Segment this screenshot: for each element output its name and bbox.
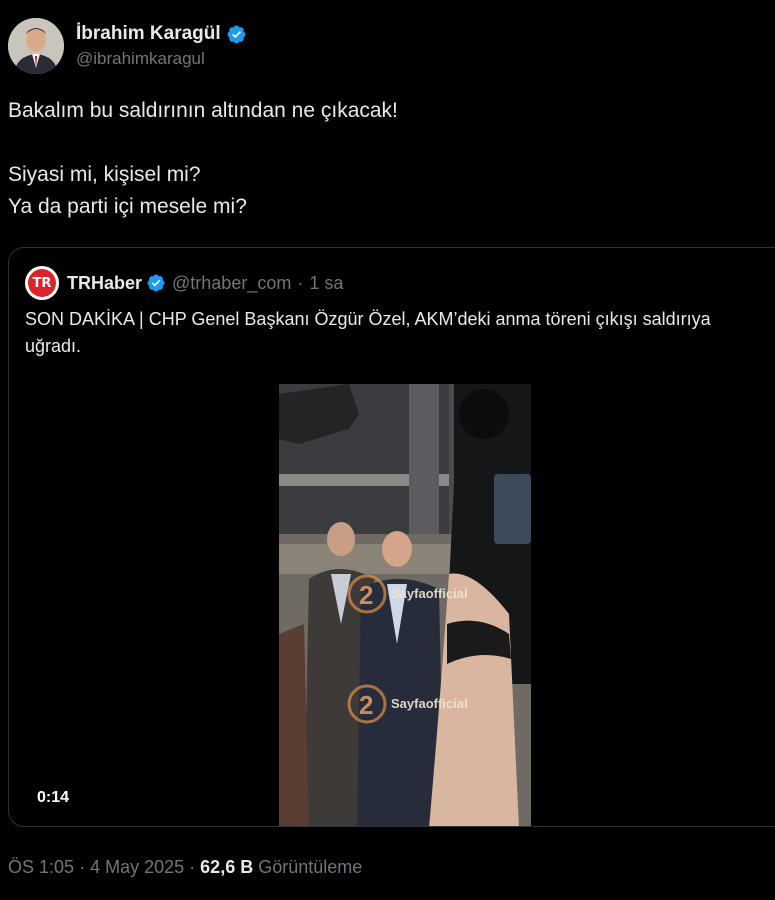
quoted-author-name[interactable]: TRHaber: [67, 273, 142, 294]
tweet-meta: ÖS 1:05 · 4 May 2025 · 62,6 B Görüntülem…: [8, 857, 362, 878]
separator-dot: ·: [79, 857, 86, 877]
watermark-number: 2: [359, 580, 374, 610]
video-player[interactable]: 2 Sayfaofficial 2 Sayfaofficial: [279, 384, 531, 826]
verified-badge-icon: [146, 273, 166, 293]
tweet-line: Bakalım bu saldırının altından ne çıkaca…: [8, 99, 398, 122]
tweet-author: İbrahim Karagül @ibrahimkaragul: [8, 18, 247, 74]
quoted-tweet-card[interactable]: TR TRHaber @trhaber_com · 1 sa SON DAKİK…: [8, 247, 775, 827]
video-duration: 0:14: [37, 789, 70, 806]
views-label: Görüntüleme: [258, 857, 363, 877]
watermark-text: Sayfaofficial: [391, 586, 468, 601]
author-name[interactable]: İbrahim Karagül: [76, 23, 221, 45]
tweet-detail-page: İbrahim Karagül @ibrahimkaragul Bakalım …: [0, 0, 775, 900]
avatar[interactable]: [8, 18, 64, 74]
watermark-text: Sayfaofficial: [391, 696, 468, 711]
tweet-date[interactable]: 4 May 2025: [90, 857, 184, 877]
quoted-tweet-time[interactable]: 1 sa: [309, 273, 343, 294]
author-handle[interactable]: @ibrahimkaragul: [76, 49, 247, 69]
quoted-tweet-text: SON DAKİKA | CHP Genel Başkanı Özgür Öze…: [25, 309, 711, 356]
tweet-line: Siyasi mi, kişisel mi?: [8, 163, 201, 186]
avatar-portrait-icon: [8, 18, 64, 74]
quoted-author-handle[interactable]: @trhaber_com: [172, 273, 291, 294]
tweet-time[interactable]: ÖS 1:05: [8, 857, 74, 877]
separator-dot: ·: [297, 272, 304, 293]
verified-badge-icon[interactable]: [226, 24, 247, 45]
quoted-tweet-header: TR TRHaber @trhaber_com · 1 sa: [25, 266, 343, 300]
separator-dot: ·: [189, 857, 196, 877]
watermark-number: 2: [359, 690, 374, 720]
video-frame-image: [279, 384, 531, 826]
tweet-text: Bakalım bu saldırının altından ne çıkaca…: [8, 95, 748, 223]
views-count: 62,6 B: [200, 857, 254, 877]
tweet-line: Ya da parti içi mesele mi?: [8, 195, 247, 218]
trhaber-logo-icon[interactable]: TR: [25, 266, 59, 300]
